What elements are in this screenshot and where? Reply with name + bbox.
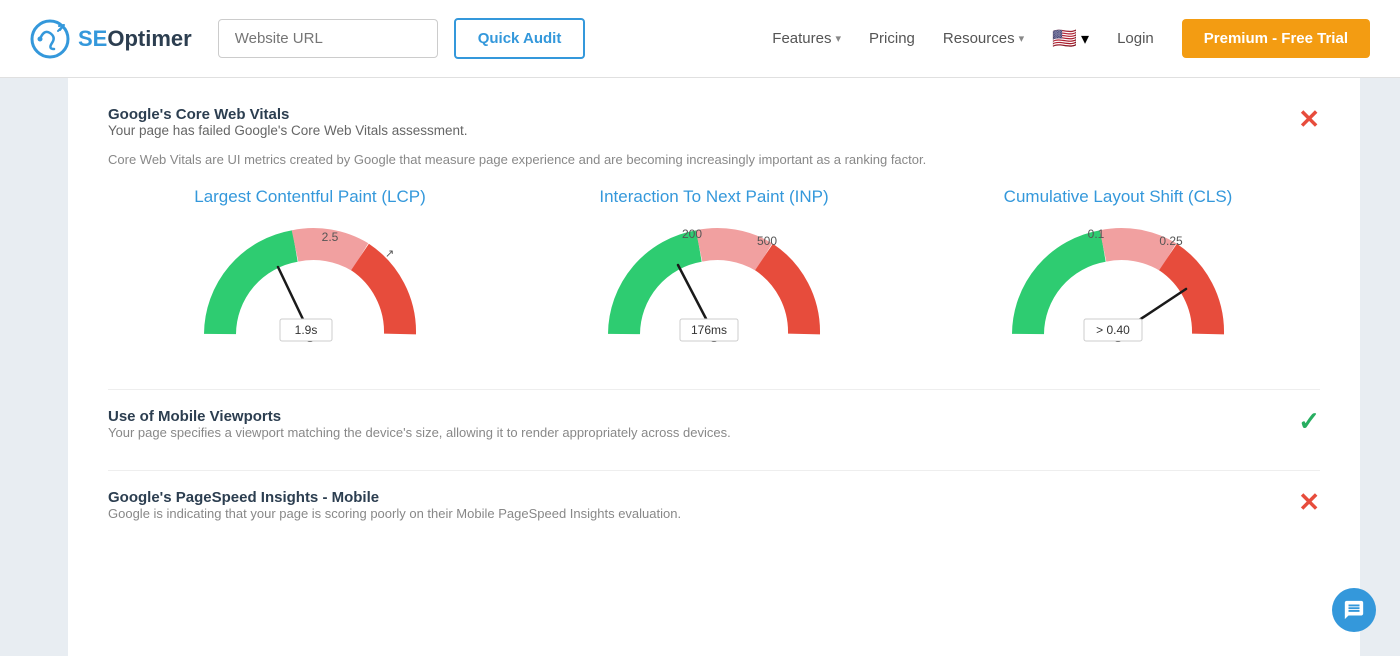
header: SEOptimer Quick Audit Features ▾ Pricing… — [0, 0, 1400, 78]
cwv-subtitle: Your page has failed Google's Core Web V… — [108, 123, 468, 138]
section-header-cwv: Google's Core Web Vitals Your page has f… — [108, 106, 1320, 144]
pagespeed-mobile-title: Google's PageSpeed Insights - Mobile — [108, 489, 681, 506]
pagespeed-status-fail-icon: ✕ — [1298, 489, 1320, 515]
chat-button[interactable] — [1332, 588, 1376, 632]
cls-gauge: Cumulative Layout Shift (CLS) 0.1 — [978, 187, 1258, 359]
logo: SEOptimer — [30, 19, 192, 59]
inp-gauge-svg: 200 500 176ms — [604, 219, 824, 364]
main-nav: Features ▾ Pricing Resources ▾ 🇺🇸 ▾ Logi… — [772, 19, 1370, 58]
svg-text:500: 500 — [757, 234, 777, 248]
section-header-pagespeed: Google's PageSpeed Insights - Mobile Goo… — [108, 489, 1320, 521]
logo-icon — [30, 19, 70, 59]
features-chevron-icon: ▾ — [836, 32, 842, 45]
section-header-mobile: Use of Mobile Viewports Your page specif… — [108, 408, 1320, 440]
divider-1 — [108, 389, 1320, 390]
gauges-row: Largest Contentful Paint (LCP) 2.5 — [108, 187, 1320, 359]
quick-audit-button[interactable]: Quick Audit — [454, 18, 586, 59]
url-input[interactable] — [218, 19, 438, 58]
resources-chevron-icon: ▾ — [1019, 32, 1025, 45]
lcp-gauge-svg-wrap: 2.5 ↗ 1.9s — [200, 219, 420, 359]
sidebar-right — [1360, 78, 1400, 656]
login-button[interactable]: Login — [1117, 30, 1154, 47]
divider-2 — [108, 470, 1320, 471]
pagespeed-mobile-desc: Google is indicating that your page is s… — [108, 506, 681, 521]
lcp-gauge: Largest Contentful Paint (LCP) 2.5 — [170, 187, 450, 359]
premium-button[interactable]: Premium - Free Trial — [1182, 19, 1370, 58]
inp-title: Interaction To Next Paint (INP) — [599, 187, 828, 207]
svg-text:↗: ↗ — [385, 248, 394, 260]
logo-text: SEOptimer — [78, 26, 192, 52]
chat-icon — [1343, 599, 1365, 621]
sidebar-left — [0, 78, 68, 656]
svg-text:1.9s: 1.9s — [295, 323, 318, 337]
cwv-title-group: Google's Core Web Vitals Your page has f… — [108, 106, 468, 144]
svg-text:2.5: 2.5 — [322, 230, 339, 244]
nav-resources[interactable]: Resources ▾ — [943, 30, 1024, 47]
nav-features[interactable]: Features ▾ — [772, 30, 841, 47]
core-web-vitals-section: Google's Core Web Vitals Your page has f… — [108, 106, 1320, 359]
inp-gauge-svg-wrap: 200 500 176ms — [604, 219, 824, 359]
cls-title: Cumulative Layout Shift (CLS) — [1004, 187, 1233, 207]
lcp-title: Largest Contentful Paint (LCP) — [194, 187, 426, 207]
cwv-description: Core Web Vitals are UI metrics created b… — [108, 152, 1320, 167]
mobile-viewports-title: Use of Mobile Viewports — [108, 408, 731, 425]
svg-text:176ms: 176ms — [691, 323, 727, 337]
mobile-status-pass-icon: ✓ — [1298, 408, 1320, 434]
mobile-viewports-section: Use of Mobile Viewports Your page specif… — [108, 408, 1320, 440]
svg-text:200: 200 — [682, 227, 702, 241]
pagespeed-title-group: Google's PageSpeed Insights - Mobile Goo… — [108, 489, 681, 521]
lcp-gauge-svg: 2.5 ↗ 1.9s — [200, 219, 420, 364]
language-selector[interactable]: 🇺🇸 ▾ — [1052, 26, 1089, 51]
svg-text:0.25: 0.25 — [1159, 234, 1183, 248]
inp-gauge: Interaction To Next Paint (INP) 200 — [574, 187, 854, 359]
svg-text:> 0.40: > 0.40 — [1096, 323, 1130, 337]
mobile-title-group: Use of Mobile Viewports Your page specif… — [108, 408, 731, 440]
nav-pricing[interactable]: Pricing — [869, 30, 915, 47]
cwv-title: Google's Core Web Vitals — [108, 106, 468, 123]
cwv-status-fail-icon: ✕ — [1298, 106, 1320, 132]
cls-gauge-svg-wrap: 0.1 0.25 > 0.40 — [1008, 219, 1228, 359]
content-area: Google's Core Web Vitals Your page has f… — [68, 78, 1360, 656]
pagespeed-mobile-section: Google's PageSpeed Insights - Mobile Goo… — [108, 489, 1320, 521]
cls-gauge-svg: 0.1 0.25 > 0.40 — [1008, 219, 1228, 364]
flag-icon: 🇺🇸 — [1052, 26, 1077, 51]
main-layout: Google's Core Web Vitals Your page has f… — [0, 78, 1400, 656]
mobile-viewports-desc: Your page specifies a viewport matching … — [108, 425, 731, 440]
flag-chevron-icon: ▾ — [1081, 29, 1089, 49]
svg-text:0.1: 0.1 — [1088, 227, 1105, 241]
